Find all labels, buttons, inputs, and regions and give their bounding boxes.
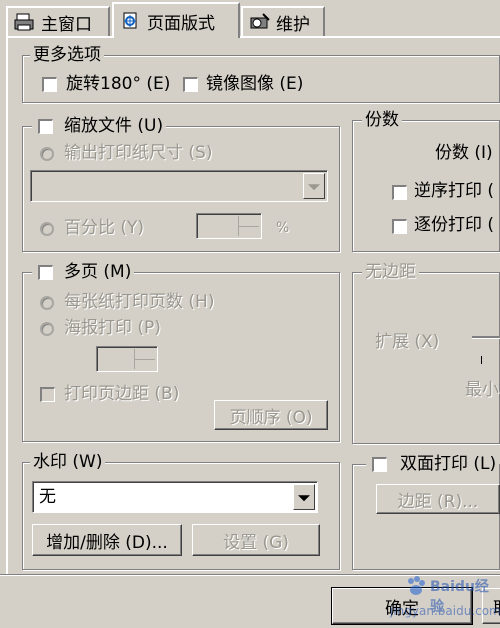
percent-radio[interactable] <box>40 222 54 236</box>
rotate-checkbox[interactable] <box>42 77 57 92</box>
watermark-select[interactable]: 无 <box>32 481 318 513</box>
spinner-down-icon[interactable] <box>238 226 259 236</box>
expand-min-label: 最小 <box>465 380 499 400</box>
duplex-group <box>352 464 500 570</box>
percent-spinner[interactable] <box>196 213 262 239</box>
tab-maintenance[interactable]: 维护 <box>241 6 325 36</box>
poster-label: 海报打印 (P) <box>64 318 161 338</box>
duplex-title-container: 双面打印 (L) <box>366 454 500 474</box>
duplex-title: 双面打印 (L) <box>400 454 497 474</box>
pages-per-sheet-radio[interactable] <box>40 296 54 310</box>
percent-unit: % <box>276 220 290 236</box>
multipage-checkbox[interactable] <box>38 265 53 280</box>
tab-page-layout-label: 页面版式 <box>147 13 215 34</box>
copies-title: 份数 <box>362 110 402 130</box>
cancel-button[interactable]: 取 <box>482 588 500 624</box>
scale-checkbox[interactable] <box>38 119 53 134</box>
chevron-down-icon[interactable] <box>303 173 325 199</box>
chevron-down-icon[interactable] <box>293 484 315 510</box>
percent-label: 百分比 (Y) <box>64 218 145 238</box>
footer-separator <box>0 574 500 576</box>
spinner-down-icon[interactable] <box>134 359 155 369</box>
copies-label: 份数 (I) <box>435 143 493 163</box>
borderless-group <box>352 272 500 444</box>
ok-button[interactable]: 确定 <box>331 587 473 625</box>
mirror-label: 镜像图像 (E) <box>206 74 304 94</box>
collate-checkbox[interactable] <box>392 219 407 234</box>
watermark-selected-value: 无 <box>39 487 56 507</box>
output-paper-radio[interactable] <box>40 147 54 161</box>
paper-size-select[interactable] <box>30 170 328 202</box>
maintenance-icon <box>249 12 271 32</box>
print-border-label: 打印页边距 (B) <box>64 384 180 404</box>
poster-radio[interactable] <box>40 322 54 336</box>
poster-spinner[interactable] <box>96 346 158 372</box>
print-border-checkbox[interactable] <box>40 387 55 402</box>
tab-main-window-label: 主窗口 <box>41 14 92 35</box>
expand-slider-track[interactable] <box>472 336 500 339</box>
watermark-settings-button[interactable]: 设置 (G) <box>192 524 320 556</box>
expand-label: 扩展 (X) <box>375 332 440 352</box>
reverse-order-checkbox[interactable] <box>392 185 407 200</box>
tab-main-window[interactable]: 主窗口 <box>6 6 110 36</box>
expand-slider-tick <box>481 356 482 364</box>
rotate-label: 旋转180° (E) <box>66 74 171 94</box>
tab-maintenance-label: 维护 <box>276 14 310 35</box>
scale-title: 缩放文件 (U) <box>64 116 164 136</box>
mirror-checkbox[interactable] <box>183 77 198 92</box>
watermark-title: 水印 (W) <box>30 452 106 472</box>
page-layout-icon <box>120 11 142 31</box>
printer-icon <box>14 12 36 32</box>
more-options-title: 更多选项 <box>30 45 104 65</box>
multipage-title: 多页 (M) <box>64 262 132 282</box>
collate-label: 逐份打印 ( <box>414 215 495 235</box>
output-paper-label: 输出打印纸尺寸 (S) <box>64 143 213 163</box>
pages-per-sheet-label: 每张纸打印页数 (H) <box>64 292 215 312</box>
reverse-order-label: 逆序打印 ( <box>414 181 495 201</box>
duplex-margin-button[interactable]: 边距 (R)... <box>376 484 500 514</box>
duplex-checkbox[interactable] <box>372 457 387 472</box>
add-delete-watermark-button[interactable]: 增加/删除 (D)... <box>32 524 182 556</box>
multipage-title-container: 多页 (M) <box>32 262 135 282</box>
page-order-button[interactable]: 页顺序 (O) <box>214 400 328 430</box>
tab-page-layout[interactable]: 页面版式 <box>112 2 240 38</box>
scale-title-container: 缩放文件 (U) <box>32 116 167 136</box>
borderless-title: 无边距 <box>362 262 419 282</box>
